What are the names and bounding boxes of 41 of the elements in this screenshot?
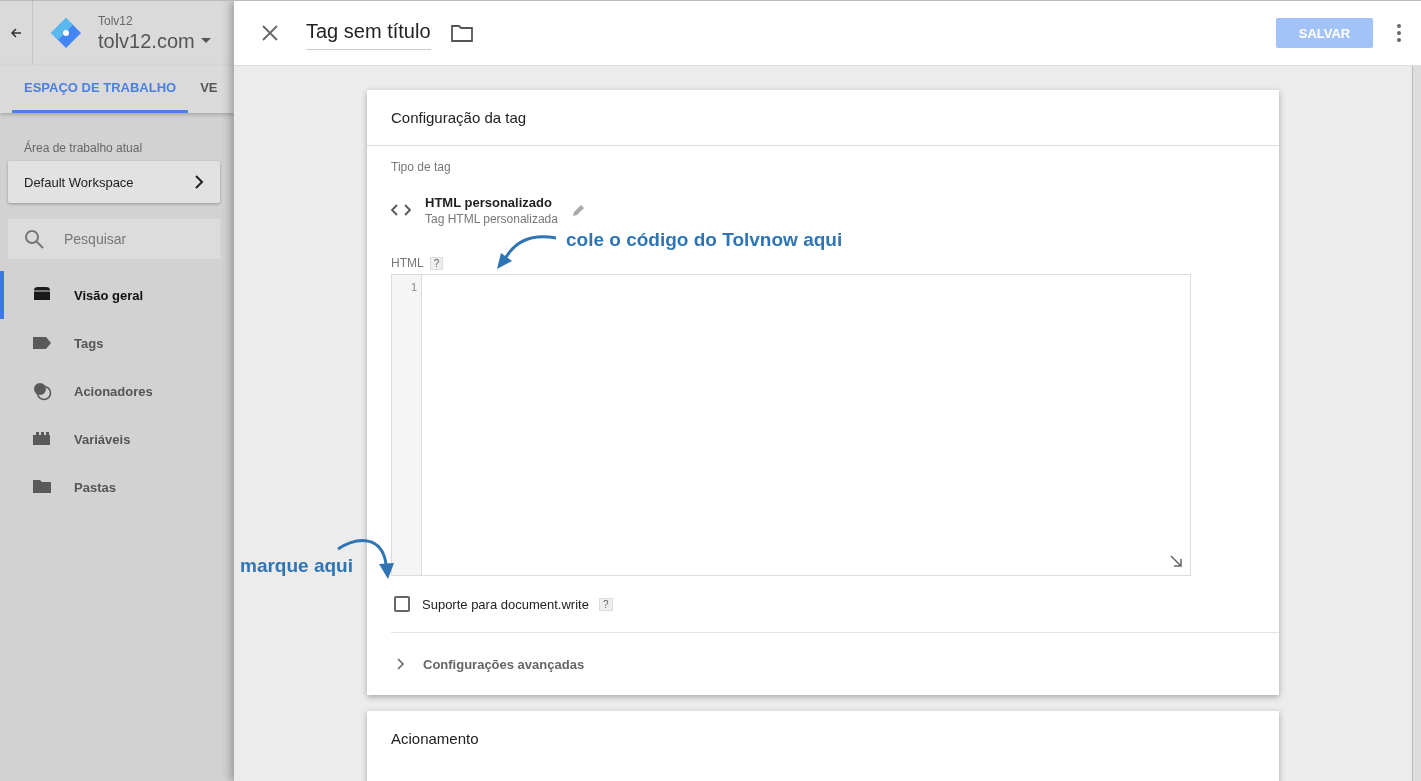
nav-item[interactable]: Variáveis (0, 415, 220, 463)
advanced-settings-toggle[interactable]: Configurações avançadas (391, 632, 1279, 695)
close-icon[interactable] (262, 25, 278, 41)
chevron-icon (397, 658, 405, 670)
checkbox[interactable] (394, 596, 410, 612)
card-title: Configuração da tag (367, 90, 1279, 146)
container-selector[interactable]: tolv12.com (98, 29, 211, 53)
tag-type-name: HTML personalizado (425, 194, 553, 210)
caret-icon (200, 38, 211, 44)
annotation-text: cole o código do Tolvnow aqui (566, 229, 843, 251)
search-field[interactable]: Pesquisar (8, 219, 220, 259)
checkbox-label: Suporte para document.write (422, 596, 589, 612)
chevron-icon (194, 175, 204, 189)
help-badge[interactable]: ? (429, 256, 444, 270)
tag-type-subtitle: Tag HTML personalizada (425, 211, 558, 226)
line-number: 1 (409, 281, 418, 293)
folder-icon[interactable] (450, 24, 473, 42)
scrollbar[interactable] (1412, 66, 1421, 781)
tag-type-label: Tipo de tag (391, 160, 452, 174)
diamond-logo-icon (50, 17, 82, 49)
tag-title-field[interactable]: Tag sem título (306, 16, 431, 50)
nav-tab[interactable]: ESPAÇO DE TRABALHO (12, 65, 189, 113)
curved-arrow (494, 233, 558, 271)
account-name: Tolv12 (98, 13, 134, 28)
code-editor[interactable]: 1 (391, 274, 1191, 576)
annotation-text: marque aqui (240, 555, 353, 577)
overlapping-circles-icon (32, 381, 52, 401)
card-title: Acionamento (390, 729, 480, 749)
back-arrow-icon (10, 27, 22, 39)
nav-item[interactable]: Pastas (0, 463, 220, 511)
nav-tab[interactable]: VE (188, 65, 230, 113)
resize-arrow-icon[interactable] (1170, 555, 1182, 567)
nav-item[interactable]: Visão geral (0, 271, 220, 319)
html-label: HTML (391, 256, 424, 270)
nav-item[interactable]: Acionadores (0, 367, 220, 415)
help-badge[interactable]: ? (598, 597, 613, 611)
code-brackets-icon (391, 204, 411, 216)
workspace-label: Área de trabalho atual (24, 141, 144, 155)
nav-item[interactable]: Tags (0, 319, 220, 367)
workspace-selector[interactable]: Default Workspace (8, 161, 220, 203)
more-options-icon[interactable] (1397, 24, 1401, 42)
